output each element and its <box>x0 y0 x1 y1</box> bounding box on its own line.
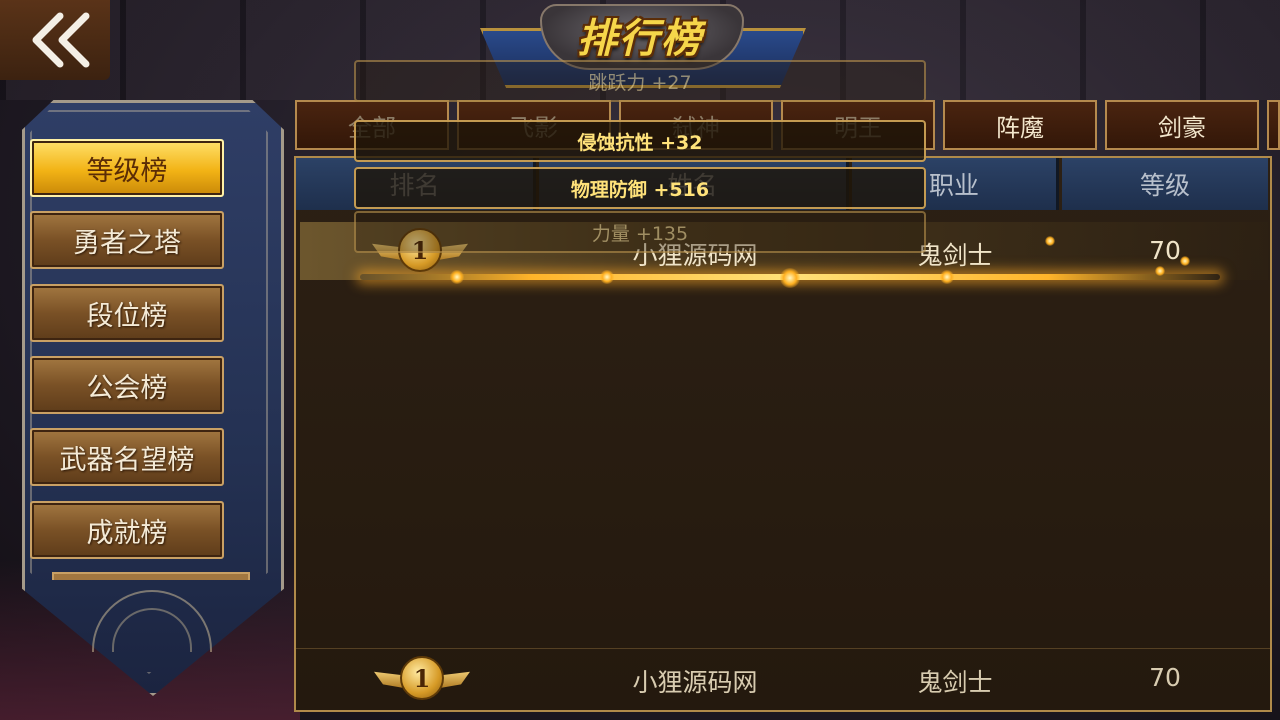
sparkle-effect <box>600 270 614 284</box>
sparkle-effect <box>1045 236 1055 246</box>
row-player-level: 70 <box>1149 236 1181 265</box>
page-title: 排行榜 <box>577 16 703 62</box>
tab-partial[interactable] <box>1267 100 1280 150</box>
sidebar-item-level-ranking[interactable]: 等级榜 <box>30 139 224 197</box>
attribute-popup-physical-defense: 物理防御 +516 <box>354 167 926 209</box>
sidebar-item-guild-ranking[interactable]: 公会榜 <box>30 356 224 414</box>
my-rank-number: 1 <box>400 656 444 700</box>
back-button[interactable] <box>0 0 110 80</box>
sidebar-item-weapon-fame[interactable]: 武器名望榜 <box>30 428 224 486</box>
medal-wing-right-icon <box>440 671 470 688</box>
attribute-popup-erosion-resist: 侵蚀抗性 +32 <box>354 120 926 162</box>
double-chevron-left-icon <box>32 12 90 68</box>
my-rank-class: 鬼剑士 <box>917 668 993 697</box>
sparkle-effect <box>940 270 954 284</box>
sidebar-item-achievement[interactable]: 成就榜 <box>30 501 224 559</box>
tab-zhenmo[interactable]: 阵魔 <box>943 100 1097 150</box>
my-rank-medal: 1 <box>374 652 470 704</box>
sidebar-item-partial[interactable] <box>52 572 250 580</box>
attribute-popup-jump: 跳跃力 +27 <box>354 60 926 102</box>
sparkle-effect <box>1155 266 1165 276</box>
sidebar-item-rank-tier[interactable]: 段位榜 <box>30 284 224 342</box>
attribute-popup-strength: 力量 +135 <box>354 211 926 253</box>
my-rank-name: 小狸源码网 <box>632 668 758 697</box>
my-rank-level: 70 <box>1149 663 1181 692</box>
column-header-level: 等级 <box>1062 158 1268 210</box>
tab-jianhao[interactable]: 剑豪 <box>1105 100 1259 150</box>
sidebar-item-hero-tower[interactable]: 勇者之塔 <box>30 211 224 269</box>
my-rank-divider <box>296 648 1270 649</box>
